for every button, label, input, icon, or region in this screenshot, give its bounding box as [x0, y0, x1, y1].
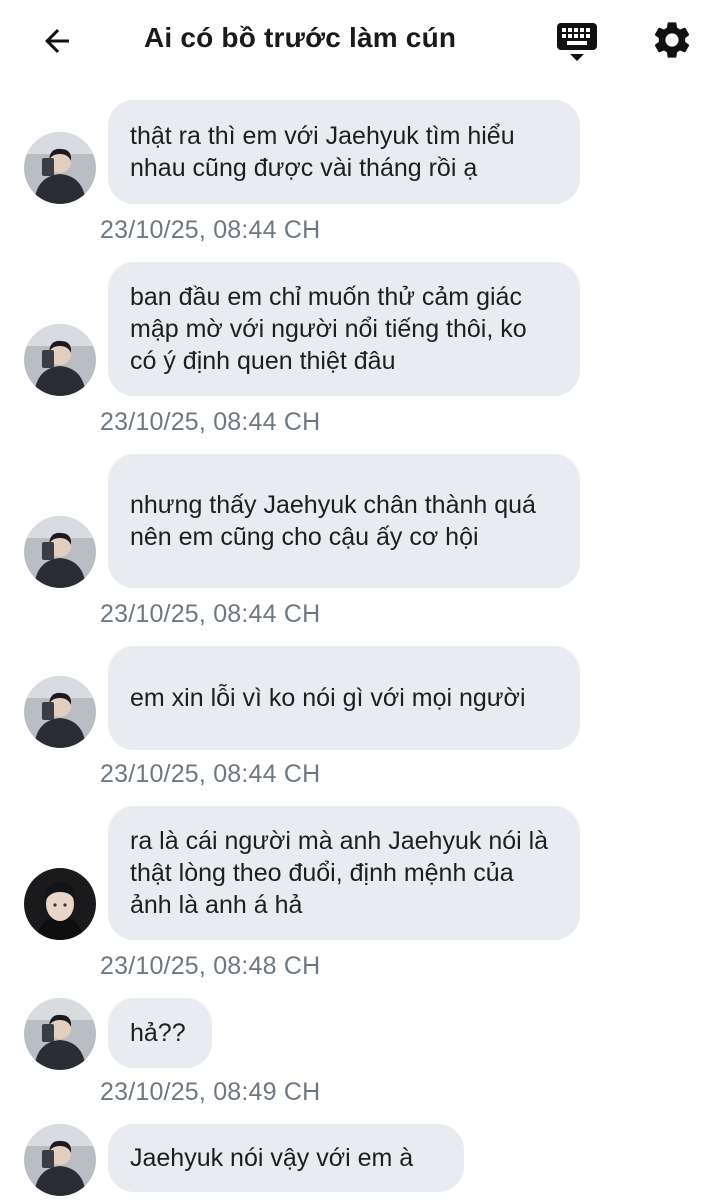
- message-bubble[interactable]: em xin lỗi vì ko nói gì với mọi người: [108, 646, 580, 750]
- avatar[interactable]: [24, 676, 96, 748]
- page-title: Ai có bồ trước làm cún: [144, 22, 457, 53]
- message-text: hả??: [130, 1019, 186, 1047]
- avatar-boy-portrait-icon: [24, 868, 96, 940]
- message-bubble[interactable]: ban đầu em chỉ muốn thử cảm giác mập mờ …: [108, 262, 580, 396]
- avatar-boy-mirror-selfie-icon: [24, 676, 96, 748]
- arrow-left-icon: [45, 29, 69, 53]
- avatar[interactable]: [24, 132, 96, 204]
- message-timestamp: 23/10/25, 08:44 CH: [100, 600, 321, 628]
- avatar-boy-mirror-selfie-icon: [24, 516, 96, 588]
- message-text: em xin lỗi vì ko nói gì với mọi người: [130, 684, 526, 712]
- message-text: ban đầu em chỉ muốn thử cảm giác mập mờ …: [130, 283, 527, 375]
- message-bubble[interactable]: thật ra thì em với Jaehyuk tìm hiểu nhau…: [108, 100, 580, 204]
- top-app-bar: Ai có bồ trước làm cún: [0, 0, 720, 82]
- message-bubble[interactable]: Jaehyuk nói vậy với em à: [108, 1124, 464, 1192]
- message-bubble[interactable]: nhưng thấy Jaehyuk chân thành quá nên em…: [108, 454, 580, 588]
- message-timestamp: 23/10/25, 08:48 CH: [100, 952, 321, 980]
- avatar-boy-mirror-selfie-icon: [24, 998, 96, 1070]
- avatar-boy-mirror-selfie-icon: [24, 132, 96, 204]
- keyboard-button[interactable]: [552, 18, 602, 64]
- settings-button[interactable]: [648, 16, 696, 64]
- message-timestamp: 23/10/25, 08:49 CH: [100, 1078, 321, 1106]
- message-timestamp: 23/10/25, 08:44 CH: [100, 216, 321, 244]
- message-bubble[interactable]: hả??: [108, 998, 212, 1068]
- avatar[interactable]: [24, 1124, 96, 1196]
- avatar[interactable]: [24, 324, 96, 396]
- back-button[interactable]: [34, 18, 80, 64]
- message-text: thật ra thì em với Jaehyuk tìm hiểu nhau…: [130, 122, 515, 182]
- avatar[interactable]: [24, 998, 96, 1070]
- message-text: Jaehyuk nói vậy với em à: [130, 1144, 414, 1172]
- gear-icon: [654, 22, 690, 58]
- message-timestamp: 23/10/25, 08:44 CH: [100, 760, 321, 788]
- avatar[interactable]: [24, 516, 96, 588]
- avatar-boy-mirror-selfie-icon: [24, 1124, 96, 1196]
- avatar-boy-mirror-selfie-icon: [24, 324, 96, 396]
- message-text: nhưng thấy Jaehyuk chân thành quá nên em…: [130, 491, 536, 551]
- avatar[interactable]: [24, 868, 96, 940]
- message-text: ra là cái người mà anh Jaehyuk nói là th…: [130, 827, 549, 919]
- message-bubble[interactable]: ra là cái người mà anh Jaehyuk nói là th…: [108, 806, 580, 940]
- message-timestamp: 23/10/25, 08:44 CH: [100, 408, 321, 436]
- keyboard-icon: [557, 23, 597, 61]
